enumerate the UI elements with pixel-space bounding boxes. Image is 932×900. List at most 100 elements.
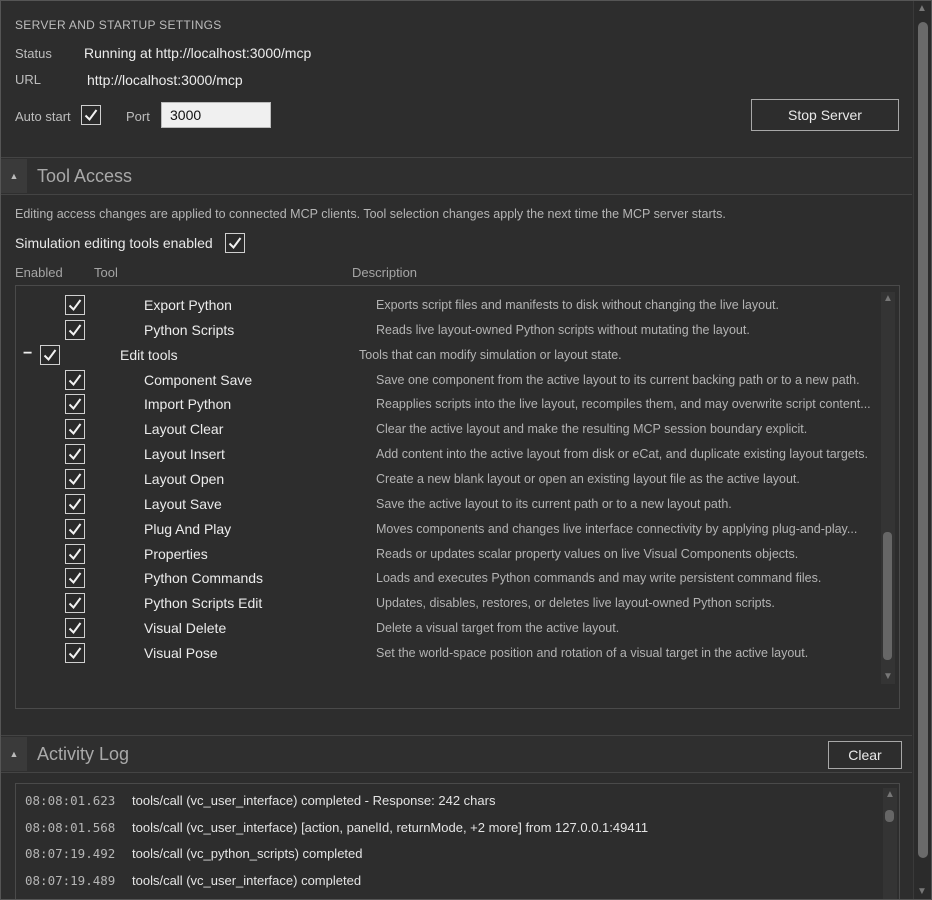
tool-description: Reapplies scripts into the live layout, … bbox=[376, 397, 871, 412]
tool-list-scrollbar[interactable]: ▲ ▼ bbox=[881, 292, 895, 684]
scroll-up-arrow-icon[interactable]: ▲ bbox=[885, 790, 895, 800]
tool-checkbox[interactable] bbox=[65, 518, 85, 539]
tool-name: Export Python bbox=[144, 297, 232, 313]
page-scroll-thumb[interactable] bbox=[918, 22, 928, 858]
tool-row: Export Python Exports script files and ma… bbox=[16, 293, 881, 318]
tool-row: Python Commands Loads and executes Python… bbox=[16, 566, 881, 591]
tool-description: Save one component from the active layou… bbox=[376, 372, 860, 387]
server-settings-caption: SERVER AND STARTUP SETTINGS bbox=[15, 18, 222, 32]
collapse-up-icon[interactable]: ▲ bbox=[1, 737, 27, 771]
tool-row: Python Scripts Edit Updates, disables, re… bbox=[16, 591, 881, 616]
tool-row: Layout Insert Add content into the active… bbox=[16, 442, 881, 467]
tool-description: Reads or updates scalar property values … bbox=[376, 546, 799, 561]
tool-name: Layout Clear bbox=[144, 421, 224, 438]
check-icon bbox=[68, 597, 82, 610]
check-icon bbox=[84, 109, 98, 122]
stop-server-button[interactable]: Stop Server bbox=[751, 99, 899, 131]
auto-start-label: Auto start bbox=[15, 109, 71, 124]
tool-checkbox[interactable] bbox=[65, 394, 85, 415]
check-icon bbox=[228, 237, 242, 250]
tool-name: Import Python bbox=[144, 396, 232, 413]
sim-editing-checkbox[interactable] bbox=[225, 233, 245, 253]
status-label: Status bbox=[15, 46, 52, 61]
collapse-group-icon[interactable]: − bbox=[23, 345, 32, 363]
tool-checkbox[interactable] bbox=[65, 618, 85, 639]
check-icon bbox=[68, 398, 82, 411]
tool-checkbox[interactable] bbox=[65, 468, 85, 489]
collapse-up-icon[interactable]: ▲ bbox=[1, 159, 27, 193]
tool-row: Import Python Reapplies scripts into the … bbox=[16, 392, 881, 417]
check-icon bbox=[68, 324, 82, 336]
scroll-down-arrow-icon[interactable]: ▼ bbox=[883, 672, 893, 682]
port-input[interactable] bbox=[161, 102, 271, 128]
log-scrollbar[interactable]: ▲ bbox=[883, 788, 897, 900]
tool-checkbox[interactable] bbox=[65, 568, 85, 589]
log-message: tools/call (vc_user_interface) [action, … bbox=[132, 819, 649, 835]
tool-name: Component Save bbox=[144, 371, 253, 388]
log-timestamp: 08:08:01.623 bbox=[25, 793, 116, 808]
tool-row: Layout Open Create a new blank layout or … bbox=[16, 467, 881, 492]
tool-group-checkbox[interactable] bbox=[40, 344, 60, 365]
scroll-up-arrow-icon[interactable]: ▲ bbox=[883, 294, 893, 304]
tool-row: Component Save Save one component from th… bbox=[16, 368, 881, 393]
log-timestamp: 08:07:19.492 bbox=[25, 846, 116, 862]
tool-name: Layout Save bbox=[144, 495, 222, 512]
check-icon bbox=[68, 547, 82, 560]
tool-checkbox[interactable] bbox=[65, 444, 85, 465]
check-icon bbox=[68, 572, 82, 585]
tool-group-description: Tools that can modify simulation or layo… bbox=[359, 347, 622, 362]
tool-checkbox[interactable] bbox=[65, 295, 85, 315]
tool-name: Python Scripts bbox=[144, 321, 235, 338]
log-entry: 08:07:19.489 tools/call (vc_user_interfac… bbox=[16, 868, 876, 894]
sim-editing-label: Simulation editing tools enabled bbox=[15, 235, 213, 251]
tool-group-row: − Edit tools Tools that can modify simulat… bbox=[16, 343, 881, 368]
column-header-description: Description bbox=[352, 265, 418, 280]
tool-description: Reads live layout-owned Python scripts w… bbox=[376, 322, 750, 337]
check-icon bbox=[68, 473, 82, 485]
scroll-down-arrow-icon[interactable]: ▼ bbox=[917, 887, 927, 897]
tool-description: Exports script files and manifests to di… bbox=[376, 298, 779, 312]
log-message: tools/call (vc_user_interface) completed bbox=[132, 873, 362, 889]
tool-name: Plug And Play bbox=[144, 520, 232, 537]
tool-description: Add content into the active layout from … bbox=[376, 447, 868, 462]
tool-description: Updates, disables, restores, or deletes … bbox=[376, 596, 775, 611]
check-icon bbox=[68, 647, 82, 659]
tool-list: Visual Pose Set the world-space position … bbox=[15, 285, 900, 709]
tool-description: Save the active layout to its current pa… bbox=[376, 496, 732, 511]
tool-description: Create a new blank layout or open an exi… bbox=[376, 471, 800, 486]
log-entry: 08:07:19.492 tools/call (vc_python_script… bbox=[16, 841, 876, 867]
auto-start-checkbox[interactable] bbox=[81, 105, 101, 125]
tool-access-header: ▲ Tool Access bbox=[0, 157, 912, 195]
check-icon bbox=[68, 299, 82, 312]
tool-name: Layout Open bbox=[144, 470, 225, 487]
tool-list-scroll-thumb[interactable] bbox=[883, 532, 892, 660]
tool-checkbox[interactable] bbox=[65, 493, 85, 514]
log-message: tools/call (vc_python_scripts) completed bbox=[132, 846, 363, 862]
activity-log-header: ▲ Activity Log bbox=[0, 735, 912, 773]
tool-checkbox[interactable] bbox=[65, 593, 85, 614]
check-icon bbox=[68, 423, 82, 436]
tool-checkbox[interactable] bbox=[65, 419, 85, 440]
tool-checkbox[interactable] bbox=[65, 543, 85, 564]
tool-name: Visual Pose bbox=[144, 644, 218, 661]
tool-checkbox[interactable] bbox=[65, 369, 85, 390]
check-icon bbox=[68, 622, 82, 635]
tool-description: Delete a visual target from the active l… bbox=[376, 621, 620, 636]
log-scroll-thumb[interactable] bbox=[885, 810, 894, 822]
log-message: tools/call (vc_user_interface) completed… bbox=[132, 793, 496, 808]
tool-row: Properties Reads or updates scalar proper… bbox=[16, 542, 881, 567]
tool-checkbox[interactable] bbox=[65, 642, 85, 663]
tool-row: Visual Delete Delete a visual target from… bbox=[16, 616, 881, 641]
check-icon bbox=[43, 349, 57, 361]
url-label: URL bbox=[15, 72, 42, 87]
server-settings-section: SERVER AND STARTUP SETTINGS Status Runni… bbox=[0, 0, 912, 146]
tool-row: Python Scripts Reads live layout-owned Py… bbox=[16, 318, 881, 343]
tool-checkbox[interactable] bbox=[65, 319, 85, 340]
clear-log-button[interactable]: Clear bbox=[828, 741, 902, 769]
tool-name: Python Scripts Edit bbox=[144, 595, 263, 612]
tool-description: Clear the active layout and make the res… bbox=[376, 422, 808, 437]
scroll-up-arrow-icon[interactable]: ▲ bbox=[917, 4, 927, 14]
page-scrollbar[interactable]: ▲ ▼ bbox=[913, 0, 932, 900]
column-header-enabled: Enabled bbox=[15, 265, 63, 280]
activity-log-title: Activity Log bbox=[37, 744, 130, 764]
